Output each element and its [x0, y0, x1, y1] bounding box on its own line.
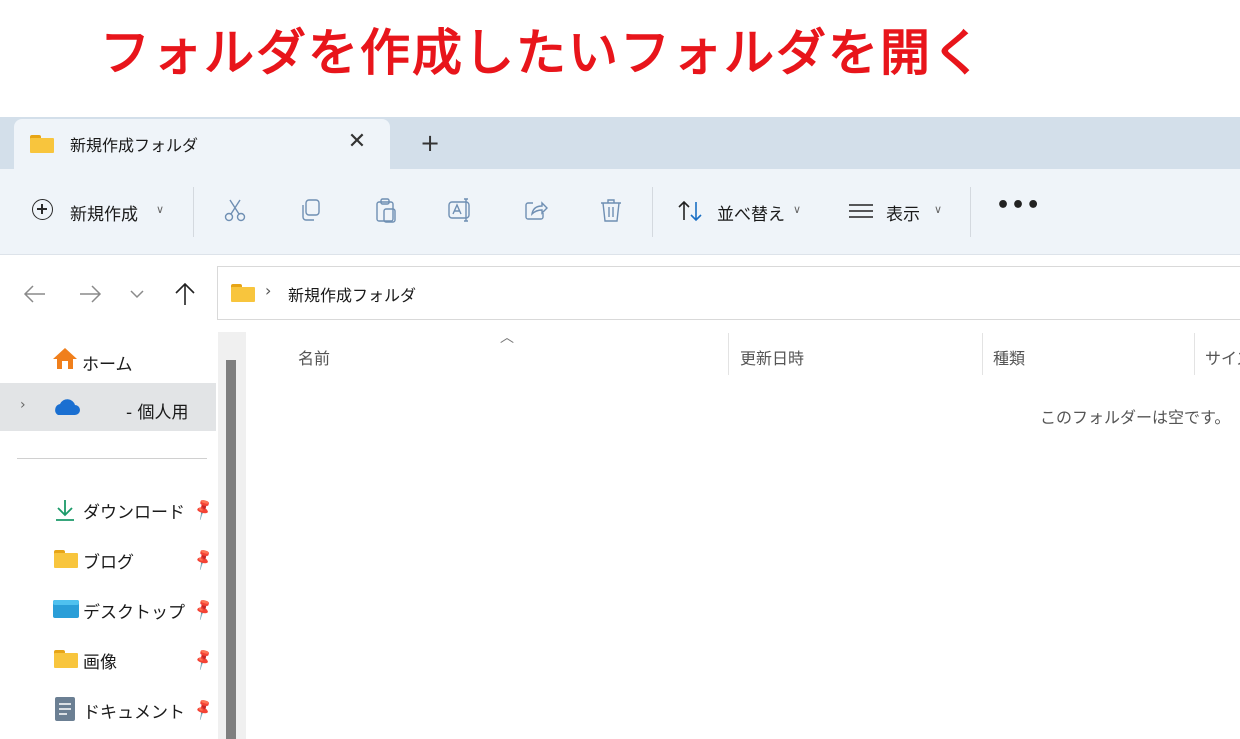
new-tab-button[interactable]: + — [416, 129, 444, 157]
folder-icon — [54, 550, 78, 568]
sidebar-item-label: デスクトップ — [83, 603, 185, 623]
paste-icon[interactable] — [371, 195, 401, 225]
navigation-pane: ホーム › - 個人用 ダウンロード 📌 ブログ 📌 デスクトップ 📌 画像 📌 — [0, 330, 218, 739]
delete-icon[interactable] — [596, 195, 626, 225]
forward-arrow-icon[interactable] — [75, 281, 105, 307]
more-options-button[interactable]: ••• — [996, 193, 1041, 218]
cut-icon[interactable] — [220, 195, 250, 225]
column-header-date[interactable]: 更新日時 — [740, 345, 804, 369]
tab-bar: 新規作成フォルダ ✕ + — [0, 117, 1240, 169]
sidebar-item-label: ホーム — [82, 355, 133, 375]
column-header-type[interactable]: 種類 — [993, 345, 1025, 369]
sidebar-item-downloads[interactable]: ダウンロード 📌 — [0, 484, 216, 532]
sidebar-item-desktop[interactable]: デスクトップ 📌 — [0, 584, 216, 632]
back-arrow-icon[interactable] — [20, 281, 50, 307]
sidebar-item-pictures[interactable]: 画像 📌 — [0, 634, 216, 682]
pin-icon[interactable]: 📌 — [191, 647, 216, 672]
instruction-caption: フォルダを作成したいフォルダを開く — [100, 24, 984, 82]
close-tab-button[interactable]: ✕ — [344, 129, 370, 155]
sidebar-item-label: ブログ — [83, 553, 134, 573]
toolbar-separator — [193, 187, 194, 237]
view-list-icon — [848, 201, 874, 225]
sort-icon — [677, 199, 703, 227]
rename-icon[interactable] — [445, 195, 475, 225]
pin-icon[interactable]: 📌 — [191, 497, 216, 522]
document-icon — [55, 697, 75, 725]
chevron-down-icon: ∨ — [934, 203, 943, 216]
view-button[interactable]: 表示 ∨ — [848, 199, 948, 225]
new-button[interactable]: 新規作成 ∨ — [32, 199, 172, 225]
sidebar-item-label: ドキュメント — [83, 703, 185, 723]
sidebar-item-blog[interactable]: ブログ 📌 — [0, 534, 216, 582]
toolbar-separator — [652, 187, 653, 237]
sort-ascending-caret-icon: ︿ — [500, 330, 514, 346]
sidebar-item-onedrive[interactable]: › - 個人用 — [0, 383, 216, 431]
share-icon[interactable] — [521, 195, 551, 225]
folder-icon — [30, 135, 54, 153]
breadcrumb-current-folder[interactable]: 新規作成フォルダ — [288, 282, 416, 306]
copy-icon[interactable] — [296, 195, 326, 225]
sidebar-divider — [17, 458, 207, 459]
sidebar-item-label: 画像 — [83, 653, 117, 673]
expand-chevron-icon[interactable]: › — [20, 397, 26, 413]
sidebar-item-documents[interactable]: ドキュメント 📌 — [0, 684, 216, 732]
cloud-icon — [50, 398, 80, 420]
folder-icon — [231, 284, 255, 302]
sidebar-scrollbar-thumb[interactable] — [226, 360, 236, 739]
column-header-size[interactable]: サイズ — [1205, 345, 1240, 369]
desktop-icon — [53, 600, 79, 622]
download-icon — [54, 498, 76, 526]
up-arrow-icon[interactable] — [170, 281, 200, 307]
plus-circle-icon — [32, 199, 53, 220]
sort-button-label: 並べ替え — [717, 205, 785, 225]
command-bar: 新規作成 ∨ 並べ替え ∨ 表示 ∨ ••• — [0, 169, 1240, 255]
column-separator[interactable] — [982, 333, 983, 375]
new-button-label: 新規作成 — [70, 205, 138, 225]
column-header-name[interactable]: 名前 — [298, 345, 330, 369]
pin-icon[interactable]: 📌 — [191, 697, 216, 722]
column-separator[interactable] — [728, 333, 729, 375]
recent-locations-chevron-icon[interactable] — [122, 281, 152, 307]
home-icon — [52, 346, 78, 374]
pin-icon[interactable]: 📌 — [191, 597, 216, 622]
tab-current-folder[interactable]: 新規作成フォルダ ✕ — [14, 119, 390, 169]
column-separator[interactable] — [1194, 333, 1195, 375]
pin-icon[interactable]: 📌 — [191, 547, 216, 572]
breadcrumb-separator: › — [265, 281, 272, 300]
tab-title: 新規作成フォルダ — [70, 136, 199, 155]
folder-icon — [54, 650, 78, 668]
view-button-label: 表示 — [886, 205, 920, 225]
empty-folder-message: このフォルダーは空です。 — [1040, 408, 1231, 427]
sidebar-item-home[interactable]: ホーム — [0, 334, 216, 382]
sidebar-item-label: - 個人用 — [126, 403, 189, 423]
chevron-down-icon: ∨ — [156, 203, 165, 216]
toolbar-separator — [970, 187, 971, 237]
address-bar[interactable]: › 新規作成フォルダ — [217, 266, 1240, 320]
sidebar-item-label: ダウンロード — [83, 503, 185, 523]
sort-button[interactable]: 並べ替え ∨ — [677, 199, 807, 225]
chevron-down-icon: ∨ — [793, 203, 802, 216]
